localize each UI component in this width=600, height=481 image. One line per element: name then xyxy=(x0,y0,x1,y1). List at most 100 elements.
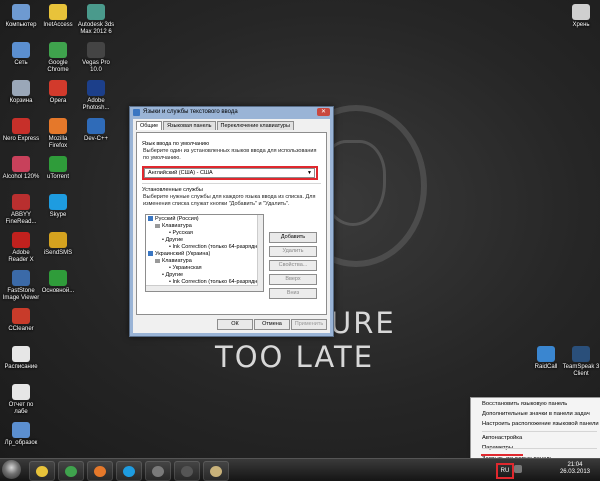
remove-button[interactable]: Удалить xyxy=(269,246,317,257)
close-button[interactable]: ✕ xyxy=(317,108,330,116)
taskbar-button-firefox[interactable] xyxy=(87,461,113,481)
ok-button[interactable]: ОК xyxy=(217,319,253,330)
desktop-icon-raidcall[interactable]: RaidCall xyxy=(527,346,565,371)
firefox-icon xyxy=(94,466,106,477)
clock[interactable]: 21:04 26.03.2013 xyxy=(560,462,590,476)
tree-horizontal-scrollbar[interactable] xyxy=(146,285,258,291)
desktop-icon-label: Расписание xyxy=(4,364,38,370)
tab-general[interactable]: Общие xyxy=(136,121,163,130)
desktop-icon-ccleaner[interactable]: CCleaner xyxy=(2,308,40,333)
desktop-icon-teamspeak[interactable]: TeamSpeak 3 Client xyxy=(562,346,600,378)
context-menu-item[interactable]: Восстановить языковую панель xyxy=(482,401,567,407)
desktop-icon-report[interactable]: Отчет по лабе xyxy=(2,384,40,416)
default-lang-desc: Выберите один из установленных языков вв… xyxy=(143,148,317,161)
desktop-icon-firefox[interactable]: Mozilla Firefox xyxy=(39,118,77,150)
desktop-icon-isendsms[interactable]: iSendSMS xyxy=(39,232,77,257)
desktop-icon-network[interactable]: Сеть xyxy=(2,42,40,67)
skype-icon xyxy=(49,194,67,210)
chrome-icon xyxy=(65,466,77,477)
tree-row[interactable]: • Русская xyxy=(169,230,193,237)
tab-panel-general: Язык ввода по умолчанию Выберите один из… xyxy=(136,132,327,315)
raidcall-icon xyxy=(537,346,555,362)
tree-row[interactable]: Украинский (Украина) xyxy=(148,251,210,258)
desktop-icon-khren[interactable]: Хрень xyxy=(562,4,600,29)
context-menu-item[interactable]: Дополнительные значки в панели задач xyxy=(482,411,590,417)
desktop-icon-label: Vegas Pro 10.0 xyxy=(82,60,110,73)
desktop-icon-label: Adobe Reader X xyxy=(8,250,34,263)
tree-row[interactable]: Клавиатура xyxy=(155,223,192,230)
tree-row[interactable]: Русский (Россия) xyxy=(148,216,199,223)
tree-row-label: Другие xyxy=(165,237,184,243)
desktop-icon-adobe-reader[interactable]: Adobe Reader X xyxy=(2,232,40,264)
services-title: Установленные службы xyxy=(142,187,203,193)
highlight-parameters xyxy=(481,454,523,456)
desktop-icon-label: uTorrent xyxy=(46,174,69,180)
desktop-icon-vegas[interactable]: Vegas Pro 10.0 xyxy=(77,42,115,74)
start-button[interactable] xyxy=(2,460,21,479)
desktop-icon-alcohol[interactable]: Alcohol 120% xyxy=(2,156,40,181)
faststone-icon xyxy=(12,270,30,286)
photoshop-icon xyxy=(87,80,105,96)
taskbar-button-skype[interactable] xyxy=(116,461,142,481)
taskbar-button-camera[interactable] xyxy=(174,461,200,481)
context-menu-item[interactable]: Автонастройка xyxy=(482,435,522,441)
cancel-button[interactable]: Отмена xyxy=(254,319,290,330)
desktop-icon-label: Dev-C++ xyxy=(83,136,108,142)
taskbar-button-inetaccess[interactable] xyxy=(29,461,55,481)
khren-icon xyxy=(572,4,590,20)
dialog-title: Языки и службы текстового ввода xyxy=(143,109,238,115)
desktop-icon-label: CCleaner xyxy=(8,326,34,332)
menu-separator xyxy=(482,431,597,432)
desktop-icon-faststone[interactable]: FastStone Image Viewer xyxy=(2,270,40,302)
desktop-icon-opera[interactable]: Opera xyxy=(39,80,77,105)
ccleaner-icon xyxy=(12,308,30,324)
context-menu-item[interactable]: Настроить расположение языковой панели xyxy=(482,421,599,427)
tree-row[interactable]: • Другие xyxy=(162,237,183,244)
desktop-icon-label: iSendSMS xyxy=(43,250,73,256)
report-icon xyxy=(12,384,30,400)
add-button[interactable]: Добавить xyxy=(269,232,317,243)
down-button[interactable]: Вниз xyxy=(269,288,317,299)
desktop-icon-autodesk[interactable]: Autodesk 3ds Max 2012 6 xyxy=(77,4,115,36)
desktop-icon-label: Отчет по лабе xyxy=(8,402,34,415)
desktop-icon-nero[interactable]: Nero Express xyxy=(2,118,40,143)
files-icon xyxy=(152,466,164,477)
desktop-icon-chrome[interactable]: Google Chrome xyxy=(39,42,77,74)
taskbar-button-chrome[interactable] xyxy=(58,461,84,481)
tree-row-label: Русская xyxy=(172,230,193,236)
tree-row[interactable]: • Украинская xyxy=(169,265,202,272)
up-button[interactable]: Вверх xyxy=(269,274,317,285)
desktop-icon-devcpp[interactable]: Dev-C++ xyxy=(77,118,115,143)
desktop-icon-photoshop[interactable]: Adobe Photosh... xyxy=(77,80,115,112)
tree-row[interactable]: Клавиатура xyxy=(155,258,192,265)
desktop-icon-computer[interactable]: Компьютер xyxy=(2,4,40,29)
dialog-titlebar[interactable]: Языки и службы текстового ввода ✕ xyxy=(130,107,333,117)
desktop-icon-label: Сеть xyxy=(14,60,28,66)
language-indicator[interactable]: RU xyxy=(496,463,514,479)
desktop-icon-label: Mozilla Firefox xyxy=(48,136,68,149)
tree-row[interactable]: • Другие xyxy=(162,272,183,279)
desktop-icon-inetaccess[interactable]: InetAccess xyxy=(39,4,77,29)
desktop-icon-utorrent-main[interactable]: Основной... xyxy=(39,270,77,295)
tray-arrow-icon[interactable] xyxy=(514,465,522,473)
desktop-icon-label: Autodesk 3ds Max 2012 6 xyxy=(77,22,115,35)
desktop-icon-recycle[interactable]: Корзина xyxy=(2,80,40,105)
taskbar-button-files[interactable] xyxy=(145,461,171,481)
desktop-icon-utorrent[interactable]: uTorrent xyxy=(39,156,77,181)
tree-row-label: Украинский (Украина) xyxy=(155,251,211,257)
tab-keyboard-switch[interactable]: Переключение клавиатуры xyxy=(216,121,294,130)
autodesk-icon xyxy=(87,4,105,20)
desktop-icon-abbyy[interactable]: ABBYY FineRead... xyxy=(2,194,40,226)
desktop-icon-lr-obrazok[interactable]: Лр_образок xyxy=(2,422,40,447)
tree-row[interactable]: • Ink Correction (только 64-разрядн... xyxy=(169,244,262,251)
tab-language-bar[interactable]: Языковая панель xyxy=(163,121,216,130)
properties-button[interactable]: Свойства... xyxy=(269,260,317,271)
desktop-icon-label: InetAccess xyxy=(43,22,73,28)
taskbar-button-weather[interactable] xyxy=(203,461,229,481)
desktop-icon-skype[interactable]: Skype xyxy=(39,194,77,219)
desktop-icon-label: Google Chrome xyxy=(47,60,69,73)
tree-vertical-scrollbar[interactable] xyxy=(257,215,263,291)
desktop-icon-schedule[interactable]: Расписание xyxy=(2,346,40,371)
apply-button[interactable]: Применить xyxy=(291,319,327,330)
services-tree[interactable]: Русский (Россия) Клавиатура • Русская • Дру… xyxy=(145,214,264,292)
